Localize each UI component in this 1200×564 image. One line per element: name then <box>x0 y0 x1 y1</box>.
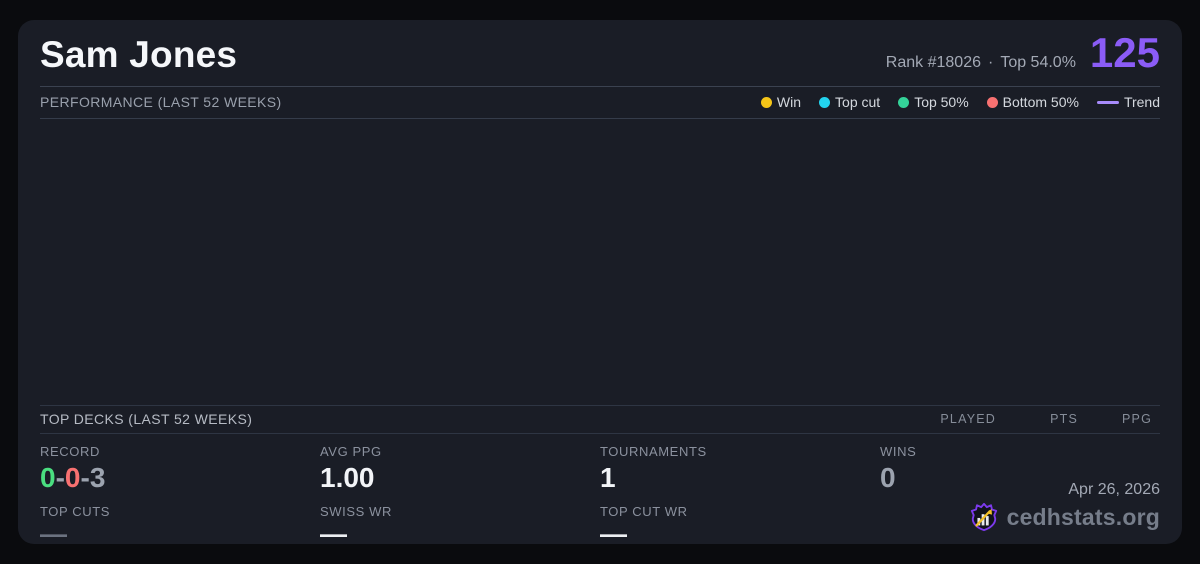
stat-record: RECORD 0-0-3 TOP CUTS — <box>40 442 320 549</box>
page-title: Sam Jones <box>40 34 238 75</box>
stat-top-cuts-value: — <box>40 519 67 549</box>
chart-legend: Win Top cut Top 50% Bottom 50% Trend <box>760 94 1160 110</box>
record-wins: 0 <box>40 461 56 493</box>
top50-dot-icon <box>898 96 910 108</box>
stat-tournaments-value: 1 <box>600 461 616 493</box>
stat-avg-ppg-value: 1.00 <box>320 461 375 493</box>
rank-label: Rank #18026 <box>885 54 981 71</box>
performance-section-header: PERFORMANCE (LAST 52 WEEKS) Win Top cut … <box>40 87 1160 119</box>
legend-item-top-cut: Top cut <box>819 94 880 110</box>
performance-title: PERFORMANCE (LAST 52 WEEKS) <box>40 94 282 110</box>
trend-line-icon <box>1096 100 1119 104</box>
performance-chart <box>40 119 1160 405</box>
record-losses: 0 <box>64 461 81 493</box>
card-header: Sam Jones Rank #18026 · Top 54.0% 125 <box>40 20 1160 87</box>
legend-label-bottom50: Bottom 50% <box>1002 94 1079 110</box>
record-separator-1: - <box>55 461 65 493</box>
legend-label-trend: Trend <box>1123 94 1160 110</box>
legend-label-top-cut: Top cut <box>835 94 881 110</box>
stat-tournaments: TOURNAMENTS 1 TOP CUT WR — <box>600 442 880 549</box>
top-cut-dot-icon <box>819 96 831 108</box>
legend-item-bottom50: Bottom 50% <box>986 94 1079 110</box>
win-dot-icon <box>760 96 772 108</box>
stat-top-cut-wr-label: TOP CUT WR <box>600 504 688 519</box>
date-label: Apr 26, 2026 <box>1068 481 1160 498</box>
legend-label-win: Win <box>776 94 802 110</box>
bottom50-dot-icon <box>986 96 998 108</box>
legend-item-win: Win <box>760 94 802 110</box>
stat-record-label: RECORD <box>40 443 100 459</box>
column-header-played: PLAYED <box>940 411 996 426</box>
stat-tournaments-label: TOURNAMENTS <box>600 443 707 459</box>
column-header-ppg: PPG <box>1122 411 1152 426</box>
record-separator-2: - <box>80 461 90 493</box>
brand-row: cedhstats.org <box>969 502 1160 532</box>
top-decks-title: TOP DECKS (LAST 52 WEEKS) <box>40 410 253 427</box>
legend-item-top50: Top 50% <box>898 94 969 110</box>
top-percent-label: Top 54.0% <box>1000 54 1076 71</box>
record-draws: 3 <box>89 461 106 493</box>
stat-record-value: 0-0-3 <box>40 461 320 493</box>
column-header-pts: PTS <box>1050 411 1078 426</box>
stat-top-cut-wr-value: — <box>600 519 627 549</box>
stat-avg-ppg-label: AVG PPG <box>320 443 382 459</box>
stat-swiss-wr-label: SWISS WR <box>320 504 392 519</box>
stat-avg-ppg: AVG PPG 1.00 SWISS WR — <box>320 442 600 549</box>
legend-label-top50: Top 50% <box>914 94 969 110</box>
rank-separator: · <box>987 54 994 71</box>
top-decks-section-header: TOP DECKS (LAST 52 WEEKS) PLAYED PTS PPG <box>40 404 1160 434</box>
rank-summary: Rank #18026 · Top 54.0% <box>886 54 1076 72</box>
stat-top-cuts-label: TOP CUTS <box>40 504 111 519</box>
player-stats-card: Sam Jones Rank #18026 · Top 54.0% 125 PERF… <box>18 20 1182 549</box>
brand-name: cedhstats.org <box>1006 503 1160 530</box>
points-value: 125 <box>1089 29 1160 76</box>
stat-wins-label: WINS <box>880 443 917 459</box>
card-footer: Apr 26, 2026 cedhstats.org <box>969 481 1160 532</box>
cedhstats-logo-icon <box>970 502 997 532</box>
legend-item-trend: Trend <box>1096 94 1160 110</box>
stat-swiss-wr-value: — <box>320 519 347 549</box>
